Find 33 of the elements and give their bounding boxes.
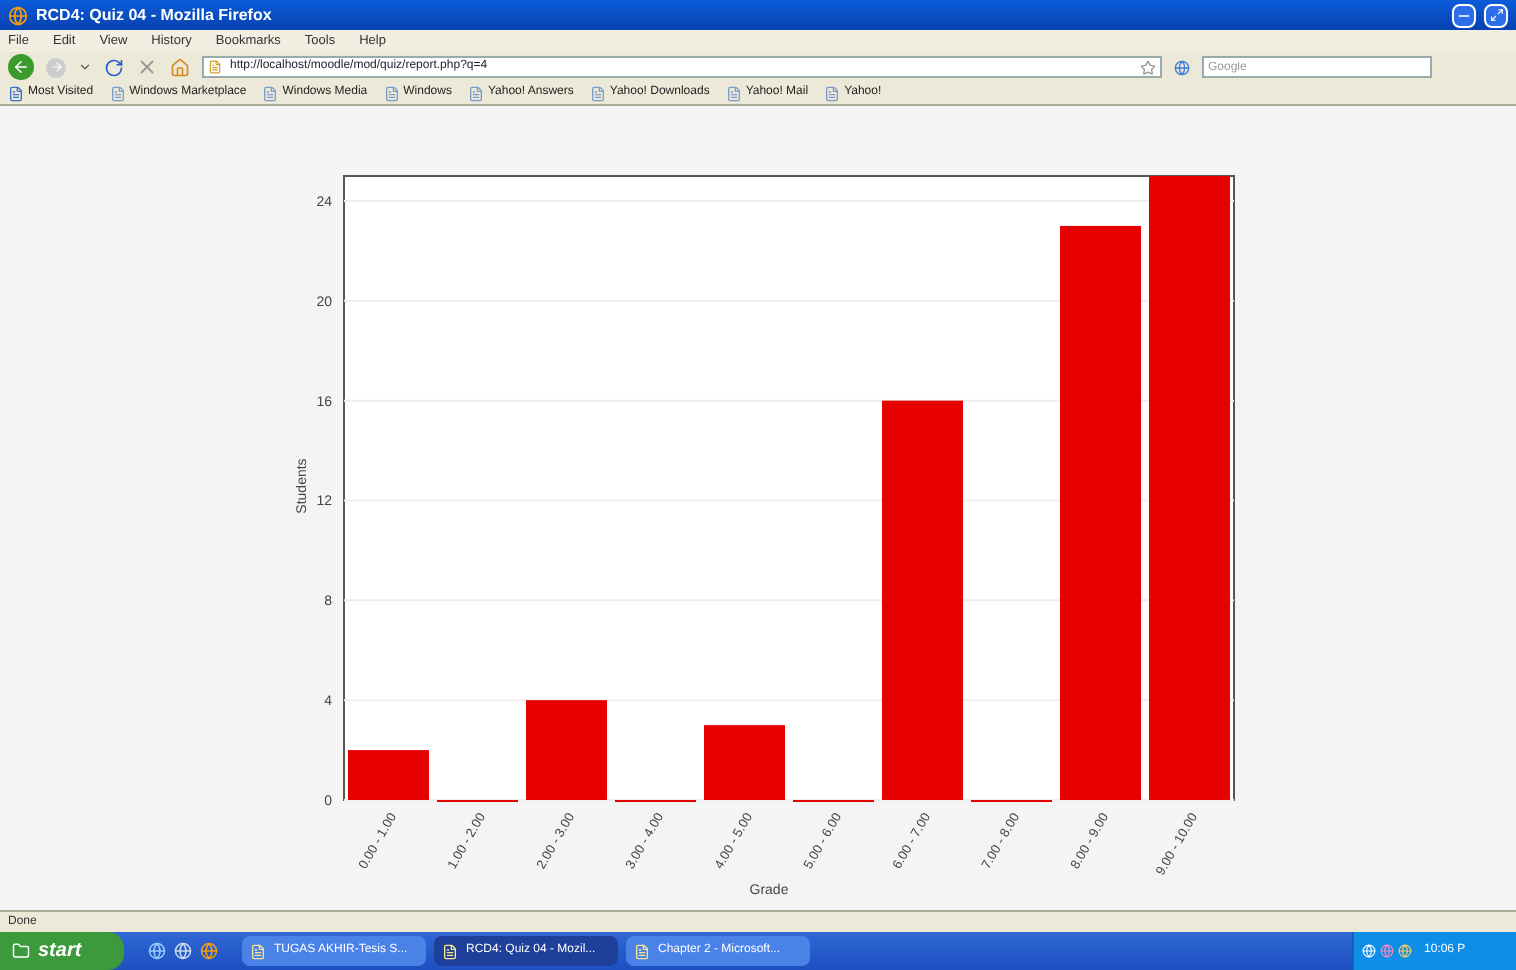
star-icon[interactable] (1140, 59, 1156, 75)
document-icon (250, 943, 266, 959)
search-engine-icon[interactable] (1174, 59, 1190, 75)
bookmark-icon (262, 85, 279, 101)
document-icon (634, 943, 650, 959)
maximize-button[interactable] (1484, 3, 1508, 27)
quick-launch-icon[interactable] (174, 942, 192, 960)
bookmark-icon (109, 85, 126, 101)
tray-icon[interactable] (1398, 944, 1412, 958)
window-title: RCD4: Quiz 04 - Mozilla Firefox (36, 3, 272, 27)
back-button[interactable] (8, 54, 34, 80)
page-icon (208, 60, 222, 74)
document-icon (442, 943, 458, 959)
quick-launch-icon[interactable] (200, 942, 218, 960)
maximize-icon (1489, 8, 1503, 22)
bookmark-icon (467, 85, 484, 101)
quick-launch-icon[interactable] (148, 942, 166, 960)
home-icon[interactable] (170, 57, 190, 77)
bookmark-icon (824, 85, 841, 101)
stop-icon[interactable] (136, 56, 158, 78)
reload-icon[interactable] (104, 57, 124, 77)
bookmark-icon (725, 85, 742, 101)
bar (704, 725, 785, 800)
bookmark-icon (8, 85, 24, 101)
bookmark-icon (383, 85, 400, 101)
back-arrow-icon (12, 58, 30, 76)
bar (526, 700, 607, 800)
bookmark-icon (589, 85, 606, 101)
dropdown-icon[interactable] (78, 60, 92, 74)
minimize-button[interactable] (1452, 3, 1476, 27)
start-button[interactable]: start (0, 932, 124, 970)
bar (348, 750, 429, 800)
forward-arrow-icon (49, 60, 63, 74)
